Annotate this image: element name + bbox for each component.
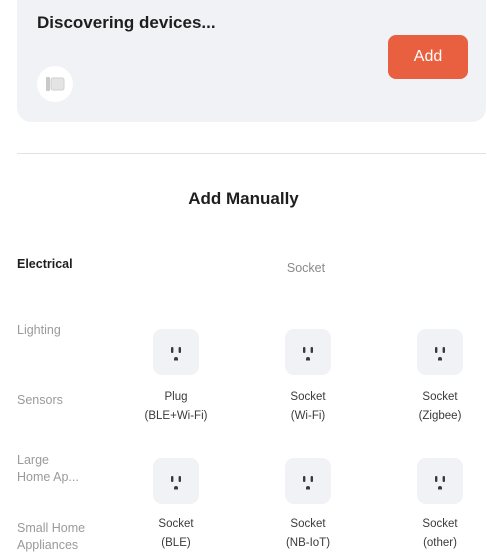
device-name: Socket	[422, 518, 458, 530]
device-name: Plug	[164, 391, 188, 403]
section-divider	[17, 153, 486, 154]
socket-icon	[303, 347, 313, 361]
socket-icon	[171, 347, 181, 361]
category-large-home-appliances[interactable]: Large Home Ap...	[17, 452, 117, 486]
device-tile-socket-zigbee[interactable]	[417, 329, 463, 375]
device-variant: (BLE+Wi-Fi)	[144, 410, 208, 422]
add-button[interactable]: Add	[388, 35, 468, 79]
device-variant: (NB-IoT)	[285, 537, 331, 549]
device-label-socket-wifi[interactable]: Socket (Wi-Fi)	[253, 388, 363, 426]
device-label-socket-ble[interactable]: Socket (BLE)	[121, 515, 231, 553]
device-name: Socket	[422, 391, 458, 403]
device-name: Socket	[290, 518, 326, 530]
socket-icon	[435, 347, 445, 361]
discovered-device[interactable]	[37, 66, 73, 102]
device-label-plug-ble-wifi[interactable]: Plug (BLE+Wi-Fi)	[121, 388, 231, 426]
add-manually-title: Add Manually	[188, 189, 299, 208]
device-tile-socket-ble[interactable]	[153, 458, 199, 504]
device-thumbnail-icon	[46, 77, 65, 91]
device-label-socket-nb-iot[interactable]: Socket (NB-IoT)	[253, 515, 363, 553]
device-tile-socket-wifi[interactable]	[285, 329, 331, 375]
category-electrical[interactable]: Electrical	[17, 256, 117, 273]
discovery-title: Discovering devices...	[37, 13, 216, 32]
device-name: Socket	[158, 518, 194, 530]
device-tile-socket-other[interactable]	[417, 458, 463, 504]
device-label-socket-zigbee[interactable]: Socket (Zigbee)	[385, 388, 487, 426]
group-title-socket: Socket	[286, 261, 326, 275]
category-small-home-appliances[interactable]: Small Home Appliances	[17, 520, 117, 554]
device-variant: (Zigbee)	[418, 410, 462, 422]
socket-icon	[303, 476, 313, 490]
device-variant: (other)	[423, 537, 457, 549]
discovery-card: Discovering devices... Add	[17, 0, 486, 122]
socket-icon	[171, 476, 181, 490]
device-variant: (BLE)	[161, 537, 191, 549]
device-name: Socket	[290, 391, 326, 403]
device-variant: (Wi-Fi)	[290, 410, 326, 422]
category-lighting[interactable]: Lighting	[17, 322, 117, 339]
category-sensors[interactable]: Sensors	[17, 392, 117, 409]
device-tile-plug-ble-wifi[interactable]	[153, 329, 199, 375]
socket-icon	[435, 476, 445, 490]
device-label-socket-other[interactable]: Socket (other)	[385, 515, 487, 553]
device-tile-socket-nb-iot[interactable]	[285, 458, 331, 504]
